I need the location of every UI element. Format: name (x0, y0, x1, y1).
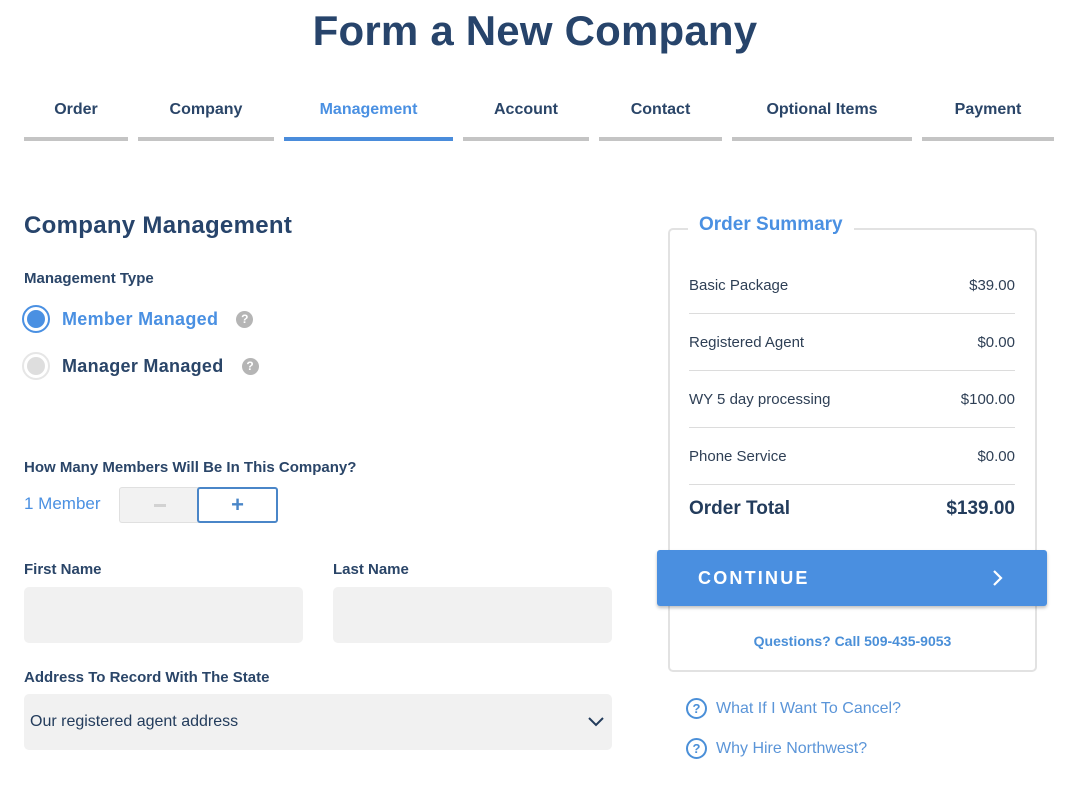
summary-row: Basic Package $39.00 (689, 257, 1015, 314)
faq-link-cancel[interactable]: ? What If I Want To Cancel? (686, 698, 901, 719)
radio-label: Manager Managed (62, 355, 224, 376)
tab-label: Payment (954, 101, 1022, 118)
address-label: Address To Record With The State (24, 669, 270, 686)
tab-optional-items[interactable]: Optional Items (732, 90, 912, 141)
management-type-label: Management Type (24, 270, 154, 287)
order-total-value: $139.00 (946, 498, 1015, 519)
tab-company[interactable]: Company (138, 90, 274, 141)
faq-link-why-hire[interactable]: ? Why Hire Northwest? (686, 738, 867, 759)
plus-icon: + (231, 492, 244, 517)
tab-payment[interactable]: Payment (922, 90, 1054, 141)
tab-contact[interactable]: Contact (599, 90, 722, 141)
summary-item-price: $39.00 (969, 276, 1015, 294)
radio-member-managed[interactable]: Member Managed ? (22, 304, 254, 334)
last-name-input[interactable] (333, 587, 612, 643)
section-title: Company Management (24, 212, 293, 239)
tab-underline (463, 137, 589, 141)
first-name-label: First Name (24, 561, 102, 578)
tab-order[interactable]: Order (24, 90, 128, 141)
summary-row: Registered Agent $0.00 (689, 314, 1015, 371)
summary-item-price: $0.00 (977, 333, 1015, 351)
increment-members-button[interactable]: + (197, 487, 278, 523)
summary-item-name: Registered Agent (689, 333, 805, 351)
chevron-right-icon (993, 570, 1003, 586)
tab-label: Management (319, 101, 418, 118)
summary-item-name: Phone Service (689, 447, 787, 465)
decrement-members-button[interactable] (119, 487, 199, 523)
tab-account[interactable]: Account (463, 90, 589, 141)
tab-underline (24, 137, 128, 141)
radio-label: Member Managed (62, 308, 219, 329)
radio-button[interactable] (22, 352, 50, 380)
order-total-label: Order Total (689, 498, 790, 519)
member-count: 1 Member (24, 494, 101, 513)
questions-phone-link[interactable]: Questions? Call 509-435-9053 (668, 633, 1037, 649)
tab-label: Order (54, 101, 98, 118)
order-total-row: Order Total $139.00 (689, 498, 1015, 520)
summary-row: WY 5 day processing $100.00 (689, 371, 1015, 428)
minus-icon (153, 503, 166, 507)
chevron-down-icon (588, 717, 604, 727)
page-title: Form a New Company (312, 7, 758, 54)
question-circle-icon[interactable]: ? (236, 310, 254, 328)
summary-row: Phone Service $0.00 (689, 428, 1015, 485)
first-name-input[interactable] (24, 587, 303, 643)
tab-underline (732, 137, 912, 141)
tab-label: Optional Items (766, 101, 878, 118)
address-select[interactable]: Our registered agent address (24, 694, 612, 750)
tab-underline (599, 137, 722, 141)
tab-label: Account (494, 101, 558, 118)
summary-item-name: WY 5 day processing (689, 390, 831, 408)
summary-item-price: $100.00 (960, 390, 1015, 408)
step-tabs: Order Company Management Account Contact… (0, 90, 1070, 142)
question-circle-icon: ? (686, 698, 707, 719)
radio-manager-managed[interactable]: Manager Managed ? (22, 351, 259, 381)
continue-label: CONTINUE (698, 567, 810, 588)
tab-underline (284, 137, 453, 141)
question-circle-icon: ? (686, 738, 707, 759)
faq-label: What If I Want To Cancel? (716, 699, 901, 717)
faq-label: Why Hire Northwest? (716, 739, 868, 757)
tab-underline (138, 137, 274, 141)
order-summary-title: Order Summary (688, 214, 854, 236)
tab-label: Company (169, 101, 243, 118)
continue-button[interactable]: CONTINUE (657, 550, 1047, 606)
tab-underline (922, 137, 1054, 141)
tab-management[interactable]: Management (284, 90, 453, 141)
summary-item-name: Basic Package (689, 276, 789, 294)
tab-label: Contact (630, 101, 691, 118)
members-question-label: How Many Members Will Be In This Company… (24, 459, 357, 476)
last-name-label: Last Name (333, 561, 409, 578)
question-circle-icon[interactable]: ? (241, 357, 259, 375)
summary-item-price: $0.00 (977, 447, 1015, 465)
address-select-value: Our registered agent address (30, 713, 239, 730)
radio-button[interactable] (22, 305, 50, 333)
